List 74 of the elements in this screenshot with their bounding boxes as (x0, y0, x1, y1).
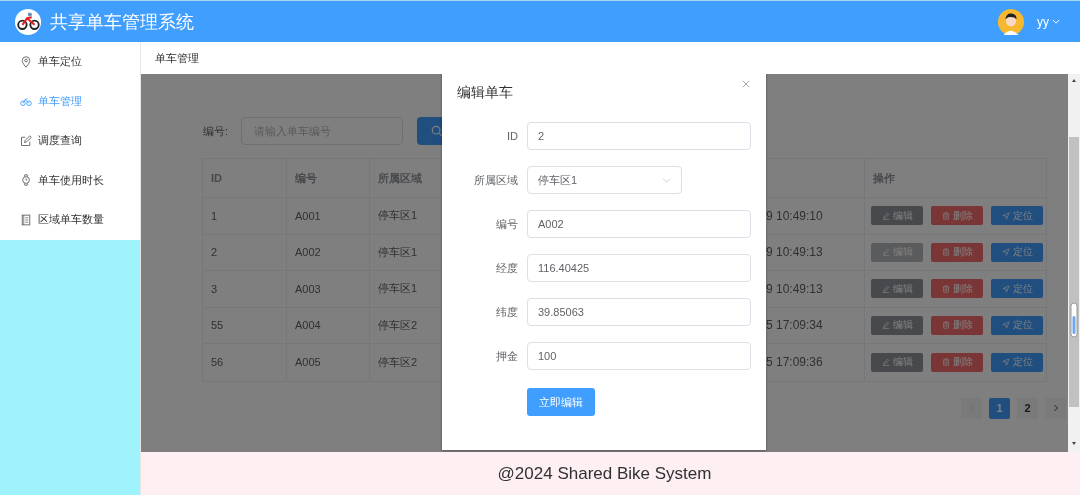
sidebar-item[interactable]: 单车使用时长 (0, 160, 140, 200)
navigation-arrow-icon (1001, 211, 1010, 220)
caret-icon (1052, 19, 1060, 24)
location-pin-icon (20, 55, 32, 68)
next-page-button[interactable] (1045, 397, 1066, 419)
table-cell: A001 (287, 198, 370, 234)
footer-text: @2024 Shared Bike System (497, 463, 712, 484)
trash-icon (941, 284, 950, 293)
input-field[interactable]: 39.85063 (527, 298, 751, 326)
submit-button[interactable]: 立即编辑 (527, 388, 595, 416)
sidebar-item[interactable]: 区域单车数量 (0, 200, 140, 240)
trash-icon (941, 358, 950, 367)
table-cell: A004 (287, 307, 370, 343)
page-button[interactable]: 1 (989, 397, 1010, 419)
table-cell: A005 (287, 344, 370, 381)
field-label: 押金 (495, 348, 518, 364)
trash-icon (941, 211, 950, 220)
pencil-icon (881, 248, 890, 257)
table-cell: 停车区1 (378, 208, 418, 224)
app-title: 共享单车管理系统 (50, 10, 194, 34)
table-cell: 停车区2 (378, 354, 418, 370)
pencil-icon (881, 284, 890, 293)
table-cell: A002 (287, 234, 370, 270)
input-field[interactable]: 116.40425 (527, 254, 751, 282)
navigation-arrow-icon (1001, 248, 1010, 257)
dialog-title: 编辑单车 (457, 84, 513, 102)
navigation-arrow-icon (1001, 284, 1010, 293)
locate-button[interactable]: 定位 (991, 242, 1043, 262)
document-icon (20, 213, 32, 226)
close-icon[interactable] (742, 80, 750, 88)
locate-button[interactable]: 定位 (991, 352, 1043, 372)
pencil-icon (881, 321, 890, 330)
watch-icon (20, 174, 32, 187)
pencil-icon (881, 211, 890, 220)
scrollbar[interactable] (1068, 74, 1080, 452)
field-label: 编号 (495, 216, 518, 232)
chevron-right-icon (1052, 404, 1059, 412)
select-field[interactable]: 停车区1 (527, 166, 682, 194)
user-menu[interactable]: yy (1033, 14, 1066, 29)
table-cell: 停车区2 (378, 317, 418, 333)
locate-button[interactable]: 定位 (991, 315, 1043, 335)
sidebar-item[interactable]: 单车定位 (0, 42, 140, 82)
sidebar-item[interactable]: 单车管理 (0, 81, 140, 121)
field-label: ID (506, 130, 518, 142)
page-button[interactable]: 2 (1017, 397, 1038, 419)
table-cell: 1 (203, 198, 287, 234)
trash-icon (941, 248, 950, 257)
table-cell: 停车区1 (378, 281, 418, 297)
table-cell: 停车区1 (378, 244, 418, 260)
edit-icon (20, 134, 32, 147)
field-label: 纬度 (495, 304, 518, 320)
locate-button[interactable]: 定位 (991, 206, 1043, 226)
navigation-arrow-icon (1001, 358, 1010, 367)
input-field[interactable]: A002 (527, 210, 751, 238)
sidebar-item[interactable]: 调度查询 (0, 121, 140, 161)
caret-icon (662, 177, 671, 183)
table-cell: 56 (203, 344, 287, 381)
table-cell: 3 (203, 271, 287, 307)
table-cell: 2 (203, 234, 287, 270)
locate-button[interactable]: 定位 (991, 279, 1043, 299)
field-label: 经度 (495, 260, 518, 276)
search-label: 编号: (203, 123, 230, 139)
trash-icon (941, 321, 950, 330)
navigation-arrow-icon (1001, 321, 1010, 330)
bicycle-logo-icon (14, 7, 42, 36)
input-field[interactable]: 100 (527, 342, 751, 370)
breadcrumb[interactable]: 单车管理 (155, 50, 199, 66)
input-field[interactable]: 2 (527, 122, 751, 150)
bicycle-icon (20, 95, 32, 108)
table-cell: A003 (287, 271, 370, 307)
avatar-icon[interactable] (997, 7, 1025, 36)
field-label: 所属区域 (473, 172, 518, 188)
pencil-icon (881, 358, 890, 367)
table-cell: 55 (203, 307, 287, 343)
